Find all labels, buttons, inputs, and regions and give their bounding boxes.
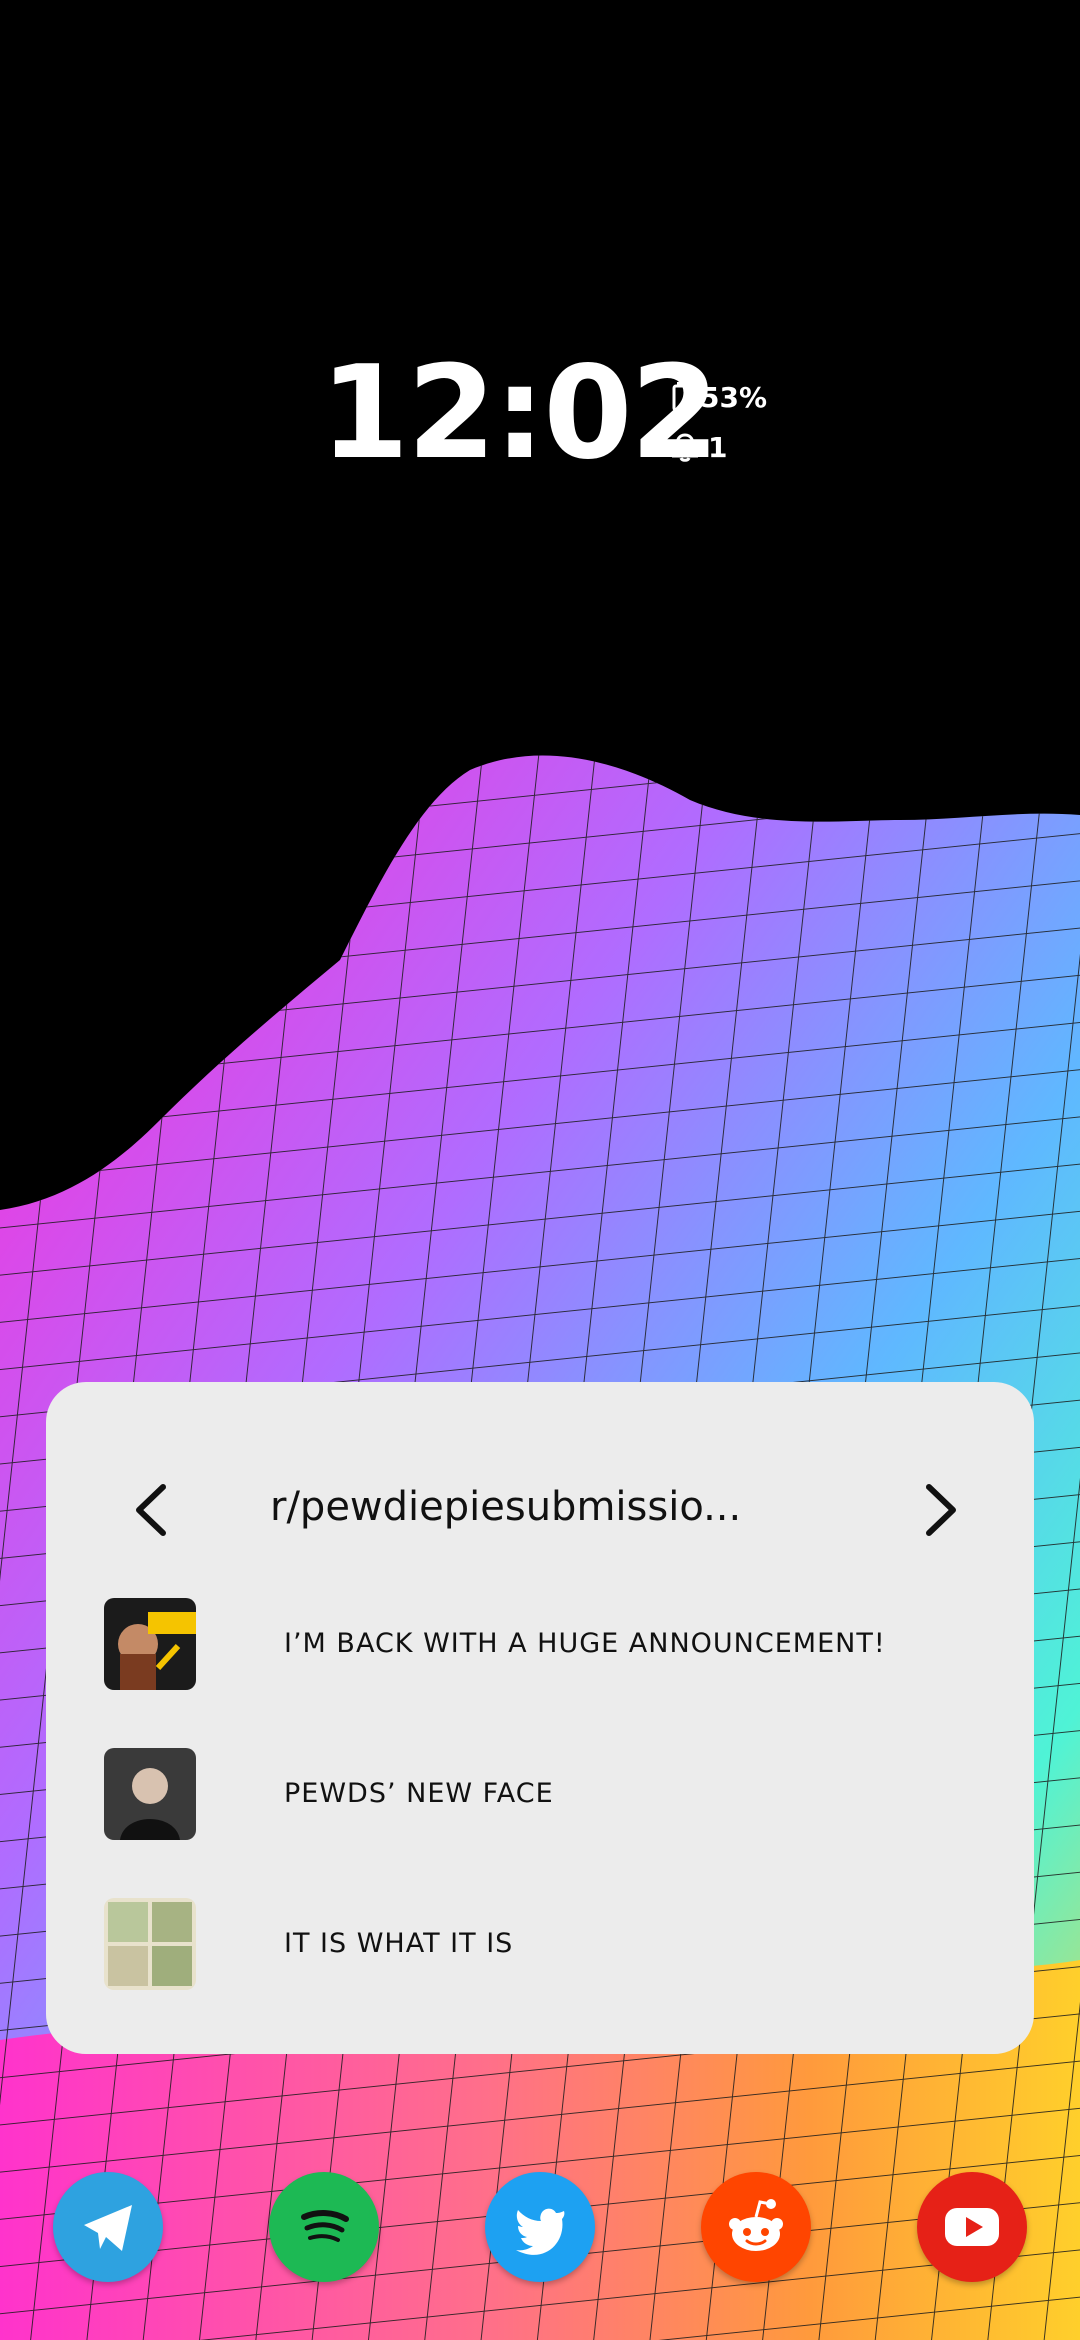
battery-level: 53% (700, 380, 768, 414)
post-title: It is what it is (284, 1927, 514, 1959)
telegram-app[interactable] (53, 2172, 163, 2282)
post-item[interactable]: PEWDS’ NEW FACE (104, 1748, 984, 1840)
twitter-icon (516, 2208, 565, 2255)
spotify-app[interactable] (269, 2172, 379, 2282)
lockscreen-clock: 12:02 (320, 339, 719, 488)
status-panel: 53% 1 (672, 378, 767, 478)
post-thumbnail (104, 1598, 196, 1690)
post-thumbnail (104, 1748, 196, 1840)
previous-subreddit-button[interactable] (118, 1478, 182, 1542)
next-subreddit-button[interactable] (910, 1478, 974, 1542)
twitter-app[interactable] (485, 2172, 595, 2282)
reddit-app[interactable] (701, 2172, 811, 2282)
youtube-icon (945, 2208, 999, 2246)
post-thumbnail (104, 1898, 196, 1990)
spotify-icon (301, 2210, 349, 2242)
chevron-left-icon (136, 1484, 166, 1536)
notification-count: 1 (708, 430, 728, 464)
post-item[interactable]: I’m back with a huge announcement! (104, 1598, 984, 1690)
post-item[interactable]: It is what it is (104, 1898, 984, 1990)
reddit-widget: r/pewdiepiesubmissio... I’m back with a … (46, 1382, 1034, 2054)
reddit-icon (729, 2199, 783, 2251)
battery-icon (672, 382, 690, 412)
battery-status: 53% (672, 378, 767, 416)
telegram-icon (84, 2205, 132, 2251)
youtube-app[interactable] (917, 2172, 1027, 2282)
post-title: PEWDS’ NEW FACE (284, 1777, 554, 1809)
chevron-right-icon (926, 1484, 956, 1536)
post-title: I’m back with a huge announcement! (284, 1627, 886, 1659)
notification-status: 1 (672, 428, 767, 466)
subreddit-title[interactable]: r/pewdiepiesubmissio... (270, 1484, 870, 1530)
widget-header: r/pewdiepiesubmissio... (46, 1470, 1034, 1550)
bell-icon (672, 433, 698, 462)
